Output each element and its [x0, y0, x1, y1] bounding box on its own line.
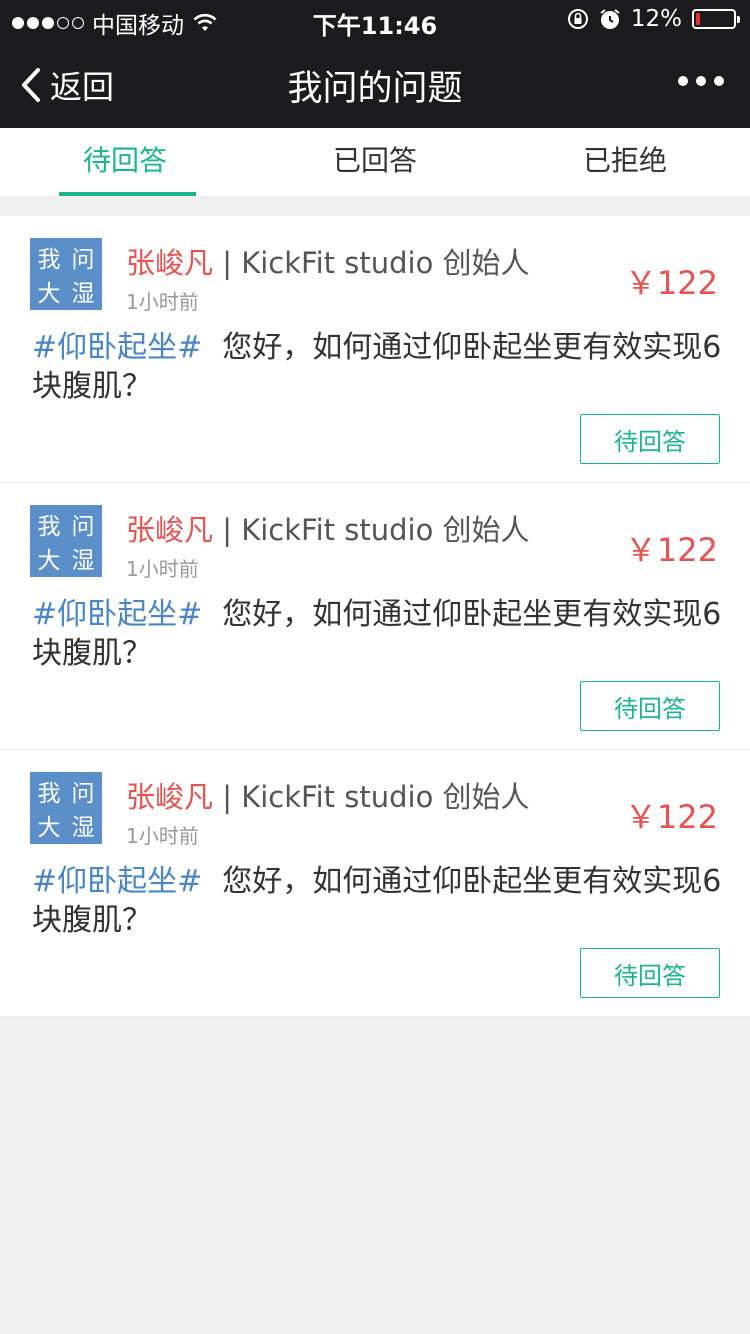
avatar-char: 大	[37, 548, 61, 574]
question-price: ￥122	[624, 264, 718, 302]
status-button[interactable]: 待回答	[580, 948, 720, 998]
header: 中国移动 下午11:46 12% 返回 我问的问题	[0, 0, 750, 128]
question-list: 我 问 大 湿 张峻凡 | KickFit studio 创始人 1小时前 ￥1…	[0, 216, 750, 1017]
avatar-char: 湿	[71, 281, 95, 307]
avatar[interactable]: 我 问 大 湿	[30, 238, 102, 310]
nav-bar: 返回 我问的问题	[0, 40, 750, 128]
tab-pending[interactable]: 待回答	[0, 128, 250, 196]
answerer-name[interactable]: 张峻凡	[126, 513, 213, 547]
more-options-button[interactable]	[678, 76, 724, 86]
battery-level	[696, 13, 700, 25]
question-time: 1小时前	[126, 290, 199, 314]
more-dot-icon	[678, 76, 688, 86]
avatar-char: 我	[37, 514, 61, 540]
tab-rejected[interactable]: 已拒绝	[500, 128, 750, 196]
answerer-title: | KickFit studio 创始人	[222, 246, 530, 280]
avatar-char: 我	[37, 247, 61, 273]
avatar-char: 大	[37, 815, 61, 841]
tab-answered[interactable]: 已回答	[250, 128, 500, 196]
avatar[interactable]: 我 问 大 湿	[30, 505, 102, 577]
avatar[interactable]: 我 问 大 湿	[30, 772, 102, 844]
topic-tag[interactable]: #仰卧起坐#	[32, 864, 202, 899]
question-time: 1小时前	[126, 557, 199, 581]
tab-bar: 待回答 已回答 已拒绝	[0, 128, 750, 196]
avatar-char: 问	[71, 781, 95, 807]
answerer-line: 张峻凡 | KickFit studio 创始人	[126, 507, 530, 549]
avatar-char: 问	[71, 514, 95, 540]
answerer-name[interactable]: 张峻凡	[126, 780, 213, 814]
avatar-char: 湿	[71, 815, 95, 841]
question-time: 1小时前	[126, 824, 199, 848]
battery-icon	[692, 9, 740, 29]
answerer-name[interactable]: 张峻凡	[126, 246, 213, 280]
rotation-lock-icon	[567, 9, 588, 29]
avatar-char: 湿	[71, 548, 95, 574]
question-price: ￥122	[624, 798, 718, 836]
question-text: #仰卧起坐# 您好，如何通过仰卧起坐更有效实现6块腹肌？	[32, 862, 722, 940]
status-button[interactable]: 待回答	[580, 681, 720, 731]
question-card[interactable]: 我 问 大 湿 张峻凡 | KickFit studio 创始人 1小时前 ￥1…	[0, 216, 750, 483]
question-price: ￥122	[624, 531, 718, 569]
alarm-icon	[600, 9, 620, 29]
status-bar: 中国移动 下午11:46 12%	[0, 0, 750, 40]
status-button[interactable]: 待回答	[580, 414, 720, 464]
answerer-line: 张峻凡 | KickFit studio 创始人	[126, 240, 530, 282]
avatar-char: 大	[37, 281, 61, 307]
topic-tag[interactable]: #仰卧起坐#	[32, 597, 202, 632]
answerer-title: | KickFit studio 创始人	[222, 780, 530, 814]
topic-tag[interactable]: #仰卧起坐#	[32, 330, 202, 365]
avatar-char: 问	[71, 247, 95, 273]
page-title: 我问的问题	[287, 69, 463, 109]
question-text: #仰卧起坐# 您好，如何通过仰卧起坐更有效实现6块腹肌？	[32, 328, 722, 406]
avatar-char: 我	[37, 781, 61, 807]
status-right: 12%	[567, 6, 740, 32]
question-text: #仰卧起坐# 您好，如何通过仰卧起坐更有效实现6块腹肌？	[32, 595, 722, 673]
question-card[interactable]: 我 问 大 湿 张峻凡 | KickFit studio 创始人 1小时前 ￥1…	[0, 750, 750, 1017]
question-card[interactable]: 我 问 大 湿 张峻凡 | KickFit studio 创始人 1小时前 ￥1…	[0, 483, 750, 750]
answerer-title: | KickFit studio 创始人	[222, 513, 530, 547]
more-dot-icon	[714, 76, 724, 86]
answerer-line: 张峻凡 | KickFit studio 创始人	[126, 774, 530, 816]
battery-percent: 12%	[630, 6, 682, 32]
more-dot-icon	[696, 76, 706, 86]
